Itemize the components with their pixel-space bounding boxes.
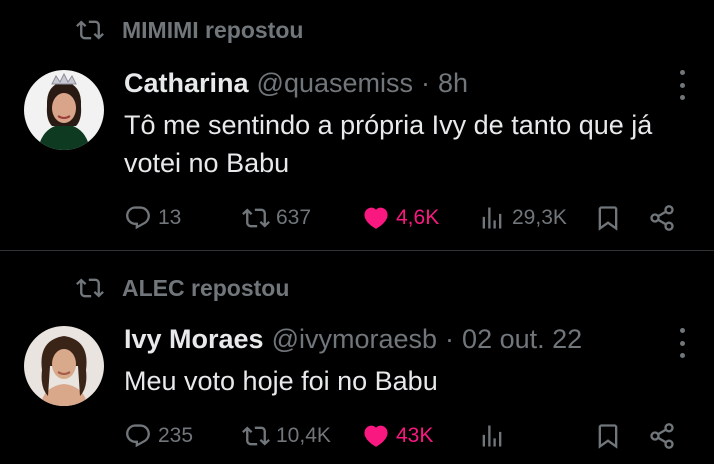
tweet-text: Tô me sentindo a própria Ivy de tanto qu…: [124, 110, 653, 178]
reply-count: 235: [158, 424, 194, 447]
repost-icon: [76, 274, 104, 302]
like-count: 43K: [396, 424, 434, 447]
more-icon[interactable]: [676, 70, 688, 100]
tweet-header: Catharina @quasemiss · 8h: [124, 68, 468, 99]
repost-icon: [76, 16, 104, 44]
avatar[interactable]: [24, 70, 104, 150]
timestamp[interactable]: 8h: [438, 68, 468, 99]
repost-indicator[interactable]: MIMIMI repostou: [76, 16, 303, 44]
views-count: 29,3K: [512, 206, 567, 229]
tweet-header: Ivy Moraes @ivymoraesb · 02 out. 22: [124, 324, 582, 355]
share-button[interactable]: [648, 418, 676, 454]
like-button[interactable]: 43K: [362, 418, 433, 454]
reply-count: 13: [158, 206, 182, 229]
views-button[interactable]: [478, 418, 512, 454]
views-button[interactable]: 29,3K: [478, 200, 567, 236]
repost-button[interactable]: 10,4K: [242, 418, 331, 454]
author-name[interactable]: Catharina: [124, 68, 249, 99]
share-icon: [648, 204, 676, 232]
repost-indicator[interactable]: ALEC repostou: [76, 274, 289, 302]
reply-icon: [124, 204, 152, 232]
bookmark-button[interactable]: [594, 418, 622, 454]
action-bar: 235 10,4K 43K: [124, 418, 690, 454]
action-bar: 13 637 4,6K 29,3K: [124, 200, 690, 236]
repost-label: MIMIMI repostou: [122, 16, 304, 43]
author-name[interactable]: Ivy Moraes: [124, 324, 264, 355]
header-separator: ·: [421, 68, 431, 98]
tweet-divider: [0, 250, 714, 251]
heart-icon: [362, 204, 390, 232]
views-icon: [478, 204, 506, 232]
bookmark-button[interactable]: [594, 200, 622, 236]
tweet-catharina[interactable]: MIMIMI repostou Catharina @quasemiss · 8…: [0, 0, 714, 250]
reply-icon: [124, 422, 152, 450]
repost-icon: [242, 204, 270, 232]
reply-button[interactable]: 13: [124, 200, 181, 236]
share-icon: [648, 422, 676, 450]
repost-count: 10,4K: [276, 424, 331, 447]
author-handle[interactable]: @ivymoraesb: [272, 324, 437, 355]
header-separator: ·: [445, 324, 455, 354]
heart-icon: [362, 422, 390, 450]
reply-button[interactable]: 235: [124, 418, 193, 454]
repost-label: ALEC repostou: [122, 274, 290, 301]
tweet-ivy-moraes[interactable]: ALEC repostou Ivy Moraes @ivymoraesb · 0…: [0, 252, 714, 464]
bookmark-icon: [594, 204, 622, 232]
repost-button[interactable]: 637: [242, 200, 311, 236]
more-icon[interactable]: [676, 328, 688, 358]
bookmark-icon: [594, 422, 622, 450]
tweet-text: Meu voto hoje foi no Babu: [124, 366, 438, 396]
repost-count: 637: [276, 206, 312, 229]
like-button[interactable]: 4,6K: [362, 200, 439, 236]
avatar[interactable]: [24, 326, 104, 406]
like-count: 4,6K: [396, 206, 440, 229]
repost-icon: [242, 422, 270, 450]
timestamp[interactable]: 02 out. 22: [462, 324, 582, 355]
views-icon: [478, 422, 506, 450]
author-handle[interactable]: @quasemiss: [257, 68, 413, 99]
share-button[interactable]: [648, 200, 676, 236]
